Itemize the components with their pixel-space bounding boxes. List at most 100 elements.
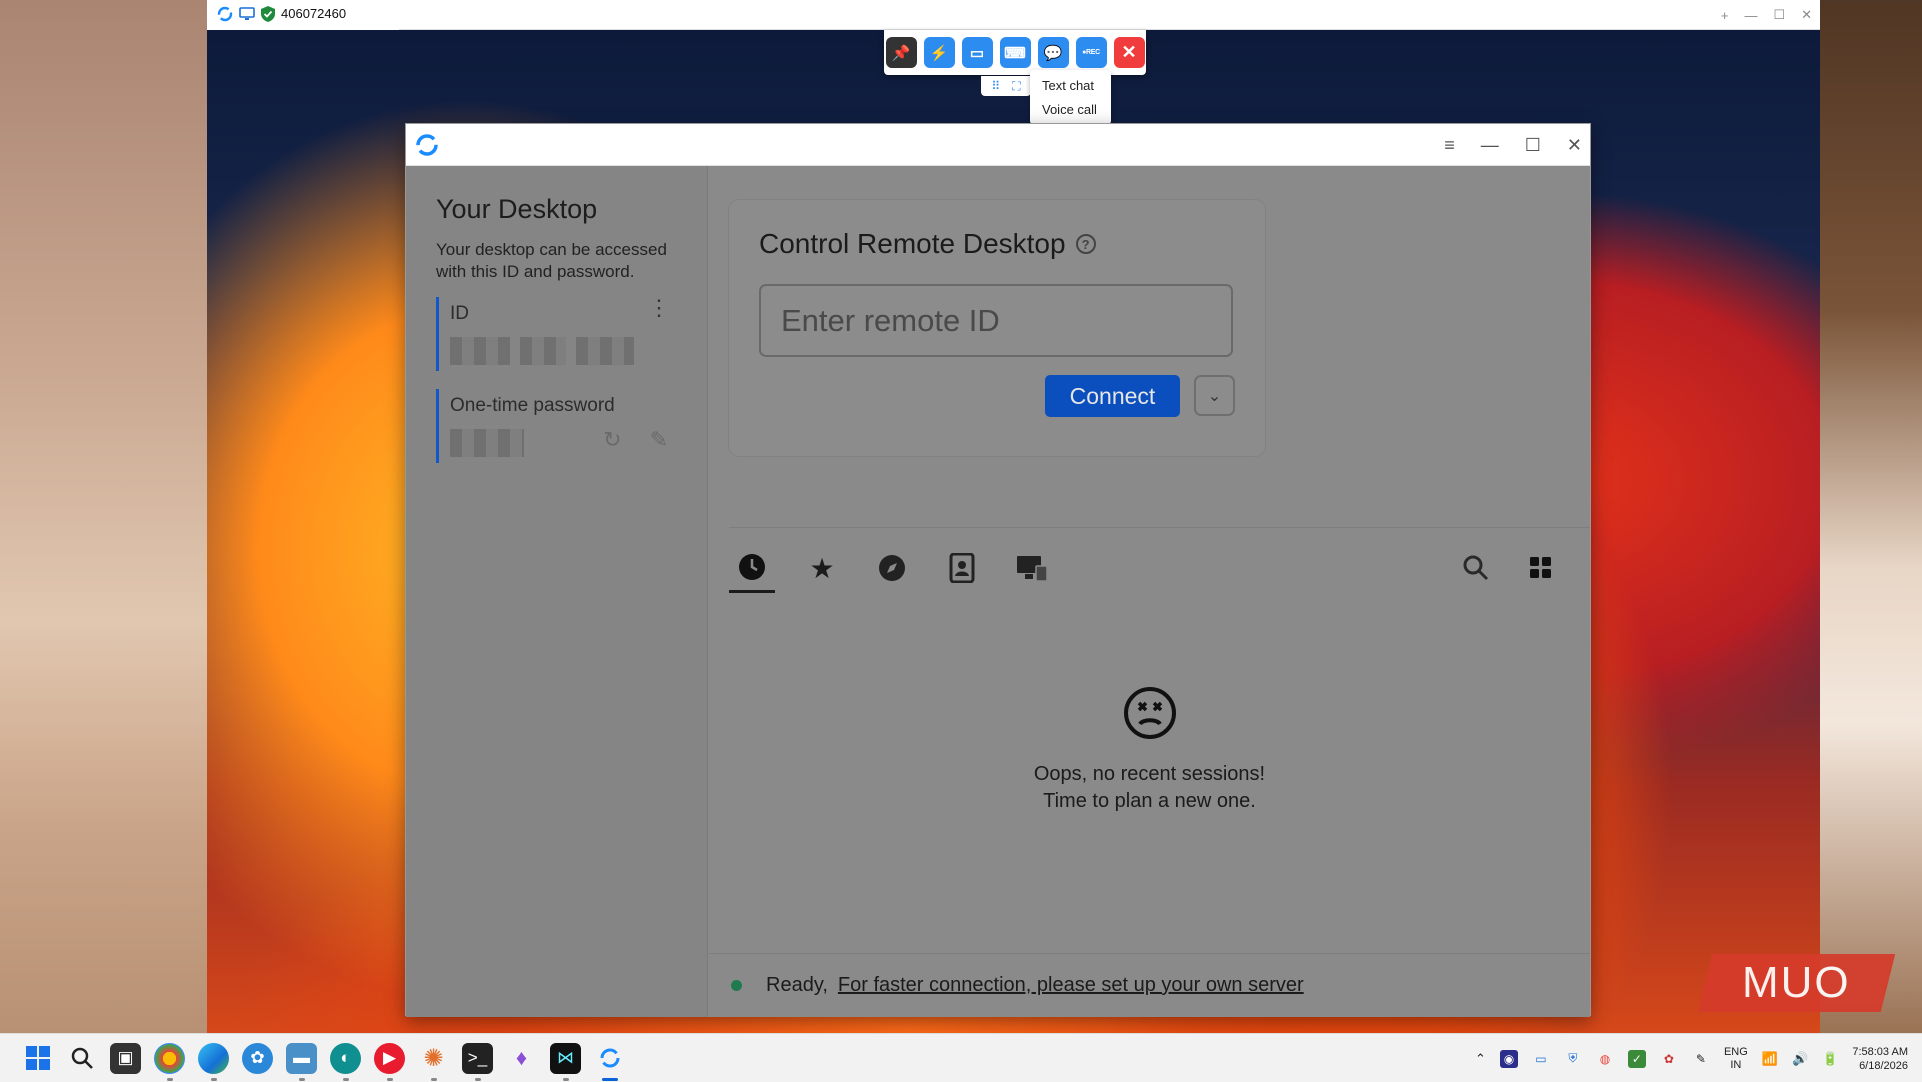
help-icon[interactable]: ? <box>1075 234 1096 254</box>
terminal-app[interactable]: >_ <box>462 1042 493 1081</box>
actions-button[interactable]: ⚡ <box>923 37 955 68</box>
app-icon-5[interactable]: ◐ <box>330 1042 361 1081</box>
search-icon[interactable] <box>1462 554 1490 582</box>
watermark-text: MUO <box>1742 958 1851 1007</box>
control-remote-card: Control Remote Desktop ? Connect ⌄ <box>729 200 1265 456</box>
status-dot-icon <box>731 980 742 991</box>
remote-id-input[interactable] <box>759 284 1233 357</box>
minimize-icon[interactable]: — <box>1481 135 1499 156</box>
file-explorer-app[interactable]: ▬ <box>286 1042 317 1081</box>
tab-address-book[interactable] <box>939 543 985 593</box>
region-code: IN <box>1730 1058 1742 1071</box>
toolbar-handle[interactable]: ⠿ ⛶ <box>981 76 1031 96</box>
status-ready-text: Ready, <box>766 974 828 996</box>
sad-face-icon <box>709 686 1590 753</box>
grid-view-icon[interactable] <box>1530 557 1552 579</box>
clock-date: 6/18/2026 <box>1859 1059 1908 1072</box>
media-player-app[interactable]: ▶ <box>374 1042 405 1081</box>
tab-accessible-devices[interactable] <box>1009 543 1055 593</box>
app-icon-3[interactable]: ✿ <box>242 1042 273 1074</box>
refresh-icon[interactable]: ↻ <box>603 427 621 453</box>
tab-recent-sessions[interactable] <box>729 543 775 593</box>
taskbar-apps: ▣ ✿ ▬ ◐ ▶ ✺ >_ ♦ ⋈ <box>0 1042 625 1081</box>
volume-icon[interactable]: 🔊 <box>1792 1051 1808 1067</box>
close-icon[interactable]: ✕ <box>1567 135 1582 156</box>
app-5-icon: ◐ <box>340 1048 351 1067</box>
tray-app-icon-2[interactable]: ▭ <box>1532 1050 1550 1068</box>
fullscreen-icon[interactable]: ⛶ <box>1012 79 1020 94</box>
display-button[interactable]: ▭ <box>961 37 993 68</box>
password-label: One-time password <box>450 395 615 416</box>
tray-app-icon-1[interactable]: ◉ <box>1499 1049 1518 1068</box>
butterfly-icon: ⋈ <box>557 1048 574 1067</box>
task-view-button[interactable]: ▣ <box>110 1042 141 1074</box>
connect-options-button[interactable]: ⌄ <box>1194 375 1235 416</box>
close-icon: ✕ <box>1121 42 1137 62</box>
star-icon: ★ <box>809 552 835 584</box>
password-field: One-time password ↻ ✎ <box>436 389 676 463</box>
language-indicator[interactable]: ENG IN <box>1724 1046 1748 1072</box>
rustdesk-logo-icon <box>217 6 233 21</box>
terminal-icon: >_ <box>467 1048 488 1067</box>
chevron-down-icon: ⌄ <box>1207 387 1222 405</box>
id-field: ID ⋮ <box>436 297 676 371</box>
claude-app[interactable]: ✺ <box>418 1043 449 1081</box>
wifi-icon[interactable]: 📶 <box>1762 1051 1778 1067</box>
remote-toolbar: 📌 ⚡ ▭ ⌨ 💬 ●REC ✕ <box>884 30 1146 75</box>
new-tab-button[interactable]: + <box>1721 8 1729 23</box>
app-window-controls: ≡ — ☐ ✕ <box>1444 124 1582 166</box>
tray-app-icon-4[interactable]: ✿ <box>1660 1050 1678 1068</box>
app-icon-10[interactable]: ⋈ <box>550 1042 581 1081</box>
edge-app[interactable] <box>198 1042 229 1081</box>
taskbar: ▣ ✿ ▬ ◐ ▶ ✺ >_ ♦ ⋈ ⌃ ◉ ▭ ⛨ ◍ ✓ ✿ ✎ ENG I… <box>0 1033 1922 1082</box>
tab-discovered[interactable] <box>869 543 915 593</box>
clock[interactable]: 7:58:03 AM 6/18/2026 <box>1852 1045 1908 1073</box>
chrome-app[interactable] <box>154 1042 185 1081</box>
text-chat-menu-item[interactable]: Text chat <box>1030 74 1111 98</box>
tray-app-icon-3[interactable]: ✓ <box>1627 1049 1646 1068</box>
voice-call-menu-item[interactable]: Voice call <box>1030 98 1111 122</box>
maximize-icon[interactable]: ☐ <box>1525 135 1541 156</box>
more-options-icon[interactable]: ⋮ <box>648 297 670 319</box>
control-remote-heading: Control Remote Desktop ? <box>759 228 1235 260</box>
your-desktop-panel: Your Desktop Your desktop can be accesse… <box>406 166 708 1017</box>
chat-button[interactable]: 💬 <box>1037 37 1069 68</box>
disconnect-button[interactable]: ✕ <box>1113 37 1145 68</box>
your-desktop-title: Your Desktop <box>436 194 598 224</box>
id-label: ID <box>450 303 469 324</box>
setup-server-link[interactable]: For faster connection, please set up you… <box>838 974 1304 997</box>
monitor-icon <box>239 6 255 20</box>
desktop-background-left <box>0 0 207 1033</box>
app-icon-9[interactable]: ♦ <box>506 1043 537 1074</box>
id-value-blurred[interactable] <box>450 337 676 365</box>
keyboard-button[interactable]: ⌨ <box>999 37 1031 68</box>
play-icon: ▶ <box>382 1048 397 1067</box>
chrome-tray-icon[interactable]: ◍ <box>1596 1050 1614 1068</box>
pin-toolbar-button[interactable]: 📌 <box>885 37 917 68</box>
record-button[interactable]: ●REC <box>1075 37 1107 68</box>
shield-icon[interactable]: ⛨ <box>1564 1050 1582 1068</box>
minimize-button[interactable]: — <box>1744 8 1757 23</box>
menu-icon[interactable]: ≡ <box>1444 135 1455 156</box>
start-button[interactable] <box>22 1043 53 1074</box>
task-view-icon: ▣ <box>117 1048 134 1067</box>
tab-favorites[interactable]: ★ <box>799 543 845 593</box>
system-tray: ⌃ ◉ ▭ ⛨ ◍ ✓ ✿ ✎ ENG IN 📶 🔊 🔋 7:58:03 AM … <box>1475 1034 1908 1082</box>
pen-icon[interactable]: ✎ <box>1692 1050 1710 1068</box>
lightning-icon: ⚡ <box>929 44 949 62</box>
battery-icon[interactable]: 🔋 <box>1822 1051 1838 1067</box>
edit-pencil-icon[interactable]: ✎ <box>650 427 668 453</box>
viewer-session-tab[interactable]: 406072460 <box>207 0 399 30</box>
password-actions: ↻ ✎ <box>603 427 668 453</box>
rustdesk-app[interactable] <box>594 1043 625 1081</box>
close-button[interactable]: ✕ <box>1801 7 1812 23</box>
taskbar-search-button[interactable] <box>66 1043 97 1074</box>
clock-icon <box>739 553 765 580</box>
connect-button[interactable]: Connect <box>1045 375 1180 417</box>
shield-check-icon <box>261 5 275 22</box>
connect-row: Connect ⌄ <box>759 375 1235 417</box>
chevron-up-icon[interactable]: ⌃ <box>1475 1051 1486 1067</box>
drag-handle-icon[interactable]: ⠿ <box>991 79 1000 93</box>
chat-menu: Text chat Voice call <box>1030 70 1111 124</box>
maximize-button[interactable]: ☐ <box>1773 7 1785 23</box>
